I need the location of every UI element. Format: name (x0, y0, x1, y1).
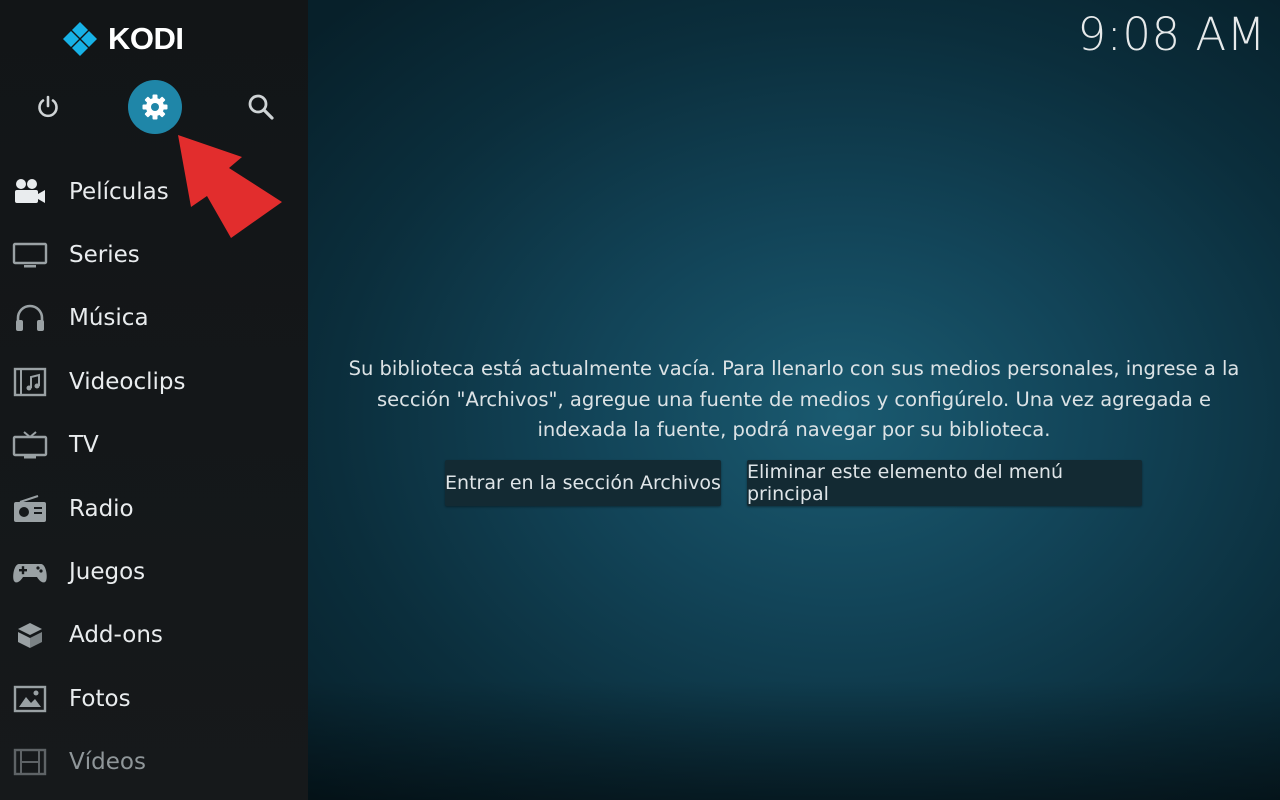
enter-files-button[interactable]: Entrar en la sección Archivos (445, 460, 721, 506)
kodi-logo-text: KODI (108, 21, 184, 56)
red-arrow-annotation (178, 135, 282, 238)
sidebar-item-addons[interactable]: Add-ons (0, 604, 308, 667)
empty-library-message: Su biblioteca está actualmente vacía. Pa… (348, 357, 1240, 441)
sidebar-item-videoclips[interactable]: Videoclips (0, 350, 308, 413)
radio-icon (11, 493, 49, 525)
sidebar-item-musica[interactable]: Música (0, 287, 308, 350)
gear-icon (142, 94, 168, 120)
sidebar-item-label: Series (69, 242, 140, 269)
sidebar-item-label: TV (69, 432, 99, 459)
sidebar-item-label: Vídeos (69, 749, 146, 776)
power-icon (38, 95, 58, 118)
settings-button[interactable] (128, 80, 182, 134)
clock: 9:08 AM (1077, 8, 1266, 61)
film-music-icon (11, 366, 49, 398)
sidebar: KODI Películas Series Música Videoclips … (0, 0, 308, 800)
sidebar-item-videos[interactable]: Vídeos (0, 731, 308, 794)
box-icon (11, 619, 49, 651)
sidebar-item-label: Películas (69, 178, 169, 205)
monitor-icon (11, 239, 49, 271)
sidebar-item-label: Radio (69, 495, 134, 522)
kodi-logo: KODI (62, 18, 184, 60)
headphones-icon (11, 302, 49, 334)
power-button[interactable] (22, 80, 74, 134)
sidebar-item-fotos[interactable]: Fotos (0, 667, 308, 730)
sidebar-item-label: Juegos (69, 559, 146, 586)
movie-camera-icon (11, 176, 49, 208)
sidebar-item-label: Fotos (69, 685, 131, 712)
picture-icon (11, 683, 49, 715)
search-button[interactable] (234, 80, 288, 134)
tv-icon (11, 429, 49, 461)
sidebar-item-radio[interactable]: Radio (0, 477, 308, 540)
main-menu: Películas Series Música Videoclips TV Ra… (0, 160, 308, 794)
film-strip-icon (11, 746, 49, 778)
sidebar-item-tv[interactable]: TV (0, 414, 308, 477)
search-icon (248, 94, 274, 120)
kodi-logo-icon (63, 22, 97, 56)
sidebar-item-label: Música (69, 305, 149, 332)
gamepad-icon (11, 556, 49, 588)
sidebar-item-label: Videoclips (69, 368, 186, 395)
remove-menu-item-button[interactable]: Eliminar este elemento del menú principa… (747, 460, 1142, 506)
sidebar-item-juegos[interactable]: Juegos (0, 540, 308, 603)
sidebar-item-label: Add-ons (69, 622, 163, 649)
